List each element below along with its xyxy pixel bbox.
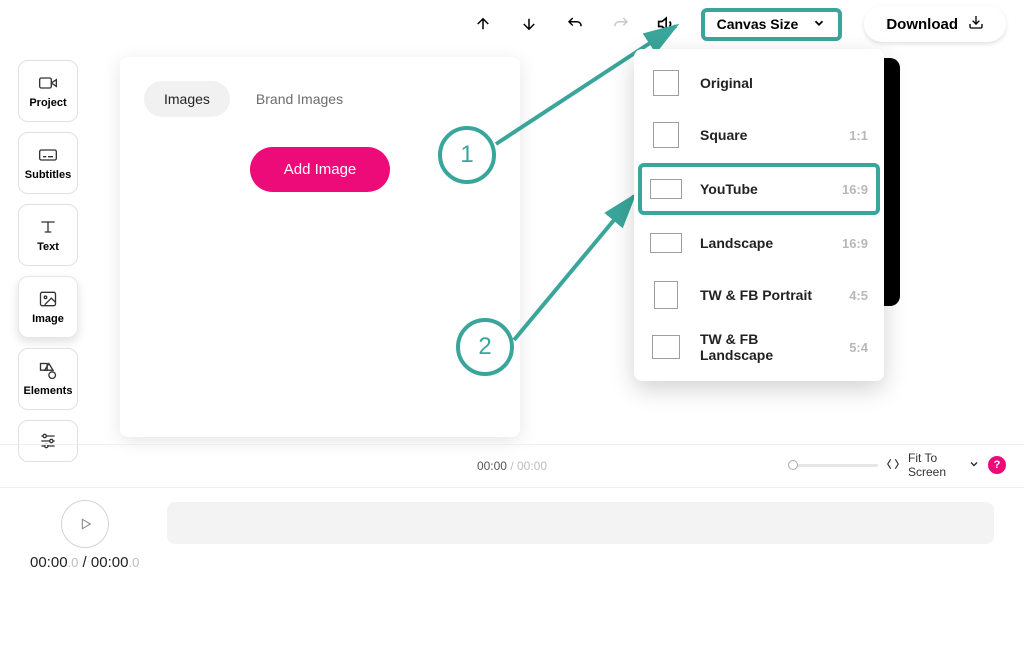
download-button[interactable]: Download bbox=[864, 6, 1006, 42]
sidebar-item-project[interactable]: Project bbox=[18, 60, 78, 122]
canvas-size-option-original[interactable]: Original bbox=[640, 57, 878, 109]
sidebar-item-label: Elements bbox=[24, 385, 73, 397]
sidebar-item-label: Image bbox=[32, 313, 64, 325]
scrub-bar: 00:00 / 00:00 Fit To Screen ? bbox=[0, 444, 1024, 488]
callout-badge-1: 1 bbox=[438, 126, 496, 184]
canvas-size-dropdown: Original Square 1:1 YouTube 16:9 Landsca… bbox=[634, 49, 884, 381]
sidebar-item-label: Project bbox=[29, 97, 66, 109]
sidebar-item-text[interactable]: Text bbox=[18, 204, 78, 266]
text-icon bbox=[38, 217, 58, 237]
canvas-size-label: Canvas Size bbox=[717, 16, 799, 32]
image-panel-tabs: Images Brand Images bbox=[144, 81, 496, 117]
tab-brand-images[interactable]: Brand Images bbox=[236, 81, 363, 117]
timeline-area: 00:00.0 / 00:00.0 bbox=[0, 488, 1024, 578]
sidebar-item-label: Text bbox=[37, 241, 59, 253]
chevron-down-icon bbox=[812, 16, 826, 33]
shapes-icon bbox=[38, 361, 58, 381]
sidebar-item-label: Subtitles bbox=[25, 169, 71, 181]
download-icon bbox=[968, 14, 984, 34]
fit-to-screen-label[interactable]: Fit To Screen bbox=[908, 451, 960, 480]
zoom-slider[interactable] bbox=[788, 464, 878, 467]
timeline-track[interactable] bbox=[167, 502, 994, 544]
timeline-timecode: 00:00.0 / 00:00.0 bbox=[30, 554, 139, 571]
sidebar-item-elements[interactable]: Elements bbox=[18, 348, 78, 410]
canvas-size-option-twfb-landscape[interactable]: TW & FB Landscape 5:4 bbox=[640, 321, 878, 373]
sidebar-item-subtitles[interactable]: Subtitles bbox=[18, 132, 78, 194]
canvas-size-option-twfb-portrait[interactable]: TW & FB Portrait 4:5 bbox=[640, 269, 878, 321]
help-badge[interactable]: ? bbox=[988, 456, 1006, 474]
canvas-size-button[interactable]: Canvas Size bbox=[701, 8, 843, 41]
video-icon bbox=[38, 73, 58, 93]
canvas-size-option-youtube[interactable]: YouTube 16:9 bbox=[638, 163, 880, 215]
play-button[interactable] bbox=[61, 500, 109, 548]
collapse-icon[interactable] bbox=[886, 457, 900, 474]
canvas-size-option-landscape[interactable]: Landscape 16:9 bbox=[640, 217, 878, 269]
callout-badge-2: 2 bbox=[456, 318, 514, 376]
tab-images[interactable]: Images bbox=[144, 81, 230, 117]
image-icon bbox=[38, 289, 58, 309]
callout-pointer-2 bbox=[510, 190, 650, 350]
scrub-time: 00:00 / 00:00 bbox=[477, 459, 547, 473]
download-label: Download bbox=[886, 16, 958, 33]
add-image-button[interactable]: Add Image bbox=[250, 147, 391, 192]
left-sidebar: Project Subtitles Text Image Elements bbox=[18, 60, 86, 462]
canvas-size-option-square[interactable]: Square 1:1 bbox=[640, 109, 878, 161]
sidebar-item-image[interactable]: Image bbox=[18, 276, 78, 338]
image-panel: Images Brand Images Add Image bbox=[120, 57, 520, 437]
subtitles-icon bbox=[38, 145, 58, 165]
chevron-down-icon[interactable] bbox=[968, 458, 980, 473]
